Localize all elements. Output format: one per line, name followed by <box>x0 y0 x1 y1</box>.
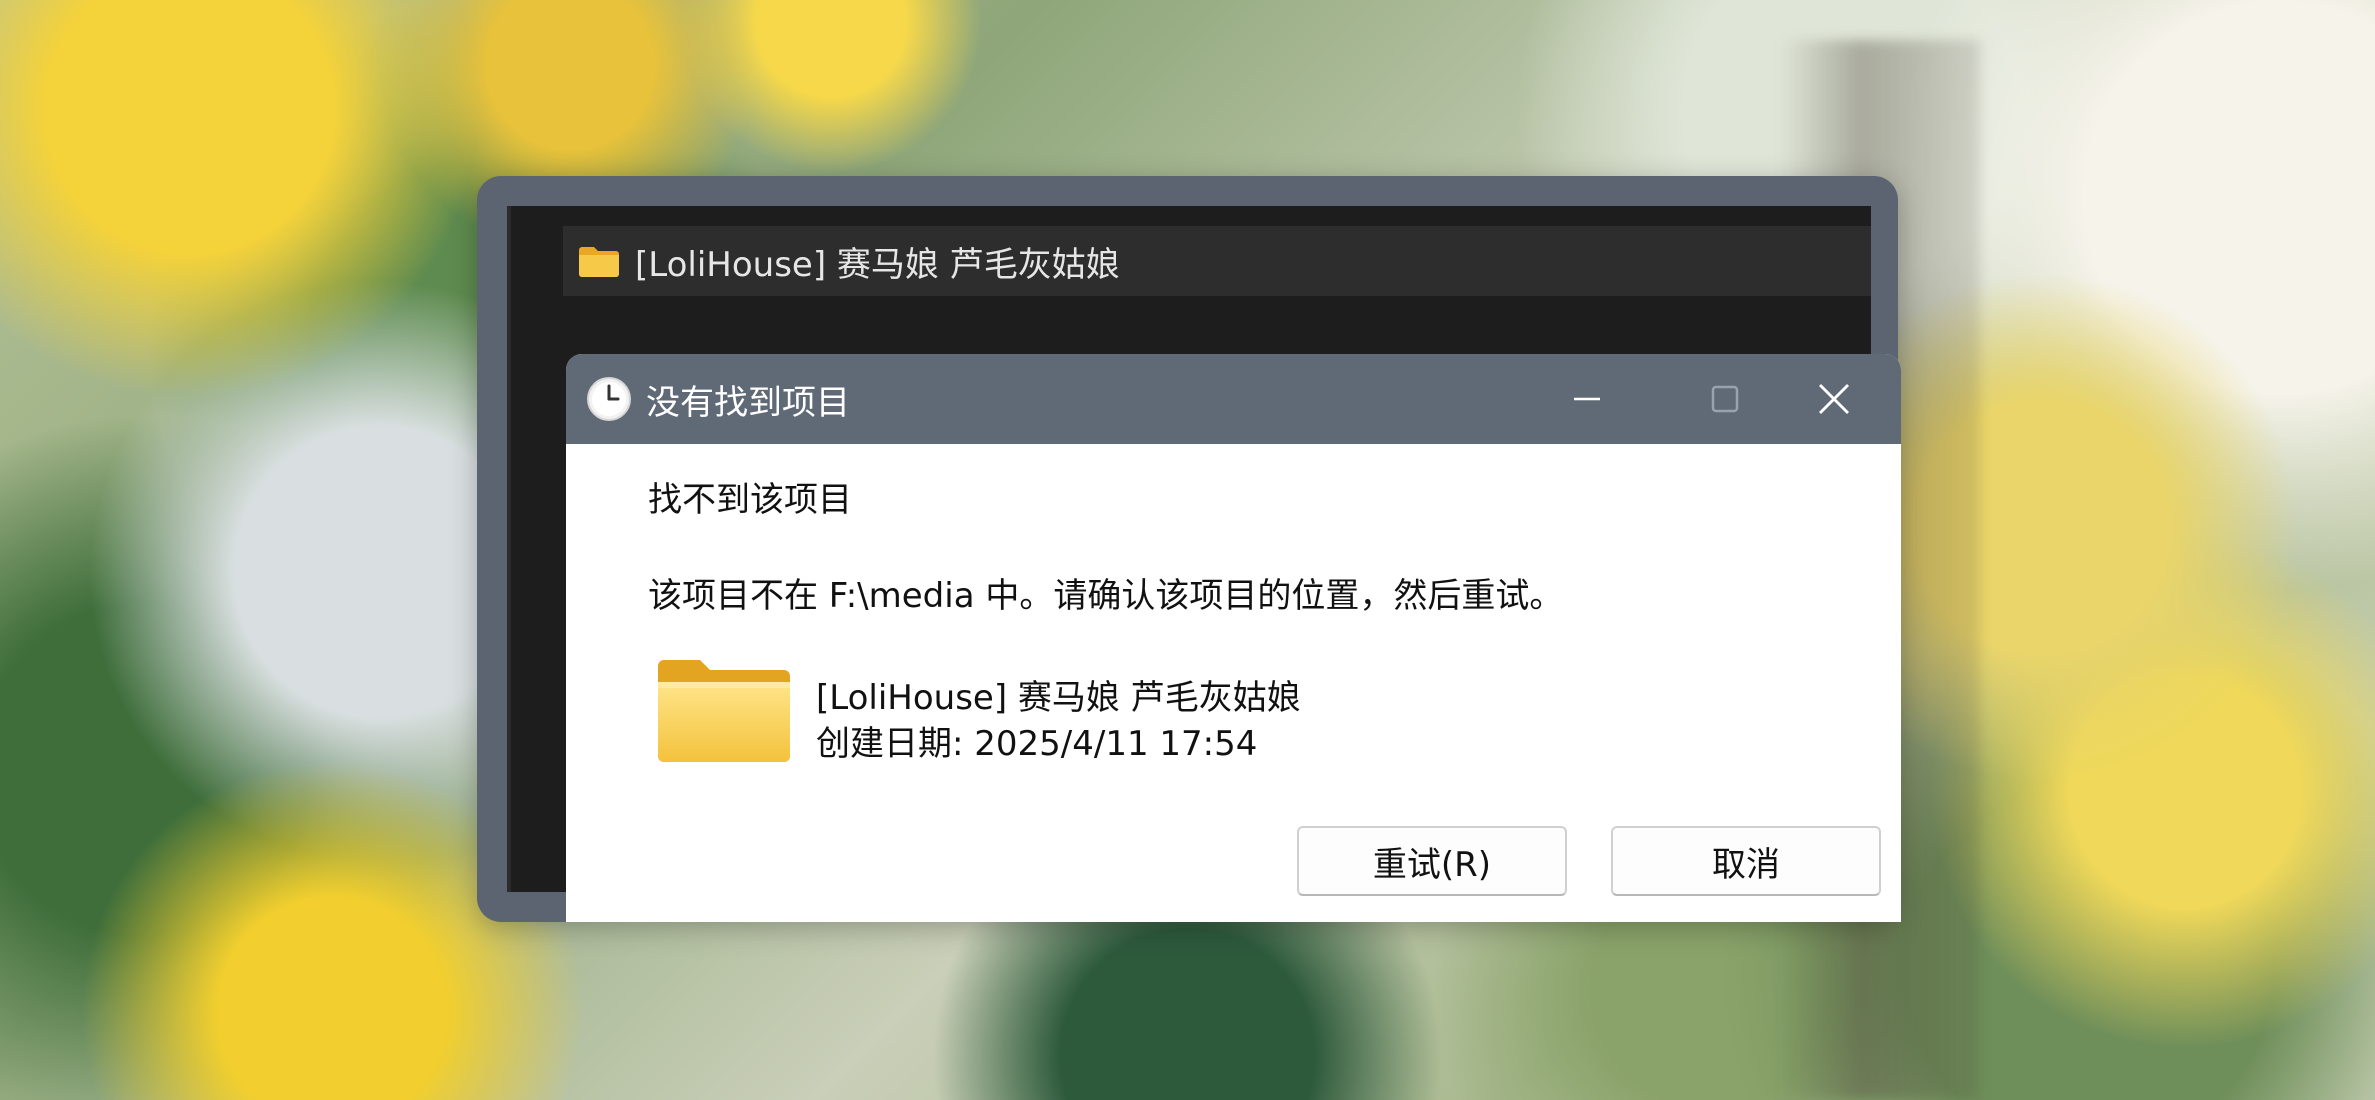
item-name: [LoliHouse] 赛马娘 芦毛灰姑娘 <box>816 678 1301 718</box>
retry-button[interactable]: 重试(R) <box>1297 826 1567 896</box>
maximize-icon <box>1711 385 1739 413</box>
explorer-tab-title: [LoliHouse] 赛马娘 芦毛灰姑娘 <box>635 244 1120 285</box>
screenshot-frame: [LoliHouse] 赛马娘 芦毛灰姑娘 没有找到项目 找不到该项目 该项目不… <box>477 176 1901 922</box>
dialog-message: 该项目不在 F:\media 中。请确认该项目的位置，然后重试。 <box>648 576 1564 616</box>
explorer-tab[interactable]: [LoliHouse] 赛马娘 芦毛灰姑娘 <box>563 226 1871 296</box>
close-button[interactable] <box>1766 354 1901 444</box>
close-icon <box>1818 384 1849 414</box>
dialog-body: 找不到该项目 该项目不在 F:\media 中。请确认该项目的位置，然后重试。 … <box>566 444 1901 922</box>
item-created-date: 创建日期: 2025/4/11 17:54 <box>816 724 1258 764</box>
minimize-button[interactable] <box>1518 354 1656 444</box>
dialog-heading: 找不到该项目 <box>648 480 852 520</box>
folder-icon <box>658 660 790 762</box>
file-explorer-window: [LoliHouse] 赛马娘 芦毛灰姑娘 没有找到项目 找不到该项目 该项目不… <box>507 206 1901 922</box>
clock-icon <box>587 377 631 421</box>
cancel-button[interactable]: 取消 <box>1611 826 1881 896</box>
item-not-found-dialog: 没有找到项目 找不到该项目 该项目不在 F:\media 中。请确认该项目的位置… <box>566 354 1901 922</box>
dialog-title: 没有找到项目 <box>646 382 850 423</box>
minimize-icon <box>1574 397 1600 401</box>
folder-icon <box>579 247 619 277</box>
dialog-titlebar[interactable]: 没有找到项目 <box>566 354 1901 444</box>
